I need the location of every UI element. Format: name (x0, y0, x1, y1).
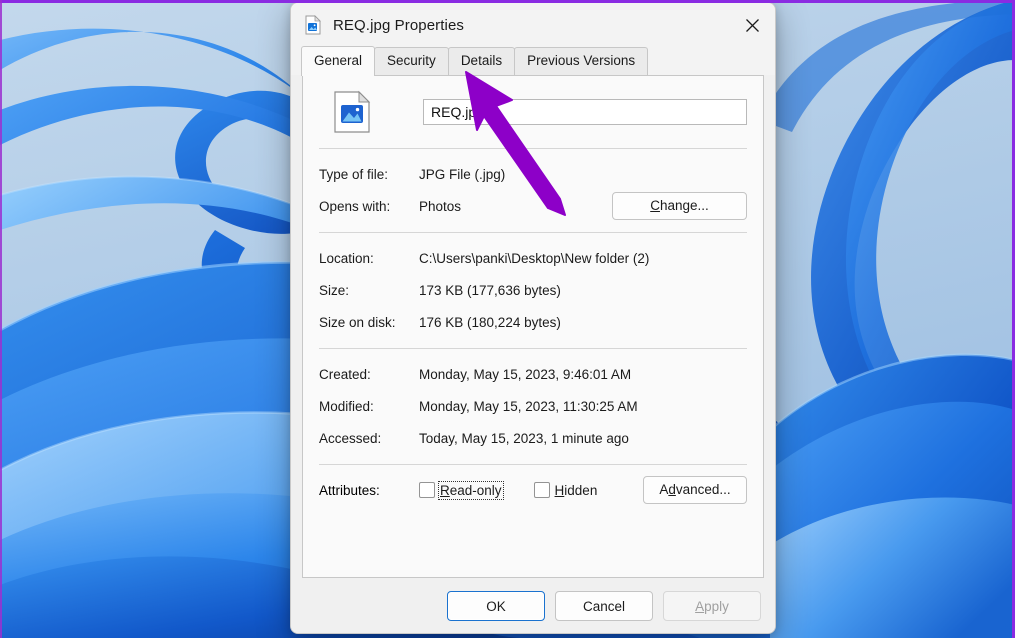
advanced-prefix: A (659, 482, 669, 497)
apply-button[interactable]: Apply (663, 591, 761, 621)
hidden-accel: H (554, 482, 565, 498)
page-border-top (0, 0, 1015, 3)
label-attributes: Attributes: (319, 482, 380, 498)
change-button[interactable]: Change... (612, 192, 747, 220)
advanced-accel: d (668, 482, 676, 497)
row-modified: Modified: Monday, May 15, 2023, 11:30:25… (319, 390, 747, 422)
tab-security[interactable]: Security (374, 47, 449, 75)
value-size-on-disk: 176 KB (180,224 bytes) (419, 314, 561, 330)
row-size-on-disk: Size on disk: 176 KB (180,224 bytes) (319, 306, 747, 338)
row-location: Location: C:\Users\panki\Desktop\New fol… (319, 242, 747, 274)
hidden-checkbox[interactable]: Hidden (533, 482, 598, 498)
value-location: C:\Users\panki\Desktop\New folder (2) (419, 250, 650, 266)
readonly-checkbox-label: Read-only (438, 480, 504, 500)
file-size-block: Location: C:\Users\panki\Desktop\New fol… (319, 233, 747, 348)
label-size: Size: (319, 282, 350, 298)
readonly-accel: R (440, 482, 450, 498)
properties-dialog: REQ.jpg Properties General Security Deta… (290, 2, 776, 634)
general-tab-panel: Type of file: JPG File (.jpg) Opens with… (302, 75, 764, 578)
value-type-of-file: JPG File (.jpg) (419, 166, 506, 182)
change-button-accel: C (650, 198, 660, 213)
dialog-title: REQ.jpg Properties (333, 16, 465, 34)
file-name-input[interactable] (423, 99, 747, 125)
change-button-label: hange... (659, 198, 709, 213)
value-accessed: Today, May 15, 2023, 1 minute ago (419, 430, 629, 446)
apply-suffix: pply (704, 599, 729, 614)
row-size: Size: 173 KB (177,636 bytes) (319, 274, 747, 306)
row-type-of-file: Type of file: JPG File (.jpg) (319, 158, 747, 190)
cancel-button[interactable]: Cancel (555, 591, 653, 621)
close-icon[interactable] (729, 3, 775, 47)
value-size: 173 KB (177,636 bytes) (419, 282, 561, 298)
label-created: Created: (319, 366, 371, 382)
value-opens-with: Photos (419, 198, 462, 214)
file-dates-block: Created: Monday, May 15, 2023, 9:46:01 A… (319, 349, 747, 464)
value-modified: Monday, May 15, 2023, 11:30:25 AM (419, 398, 638, 414)
label-accessed: Accessed: (319, 430, 382, 446)
page-border-left (0, 0, 2, 638)
tab-strip: General Security Details Previous Versio… (291, 46, 775, 76)
row-accessed: Accessed: Today, May 15, 2023, 1 minute … (319, 422, 747, 454)
row-created: Created: Monday, May 15, 2023, 9:46:01 A… (319, 358, 747, 390)
dialog-footer: OK Cancel Apply (291, 579, 775, 633)
hidden-checkbox-label: Hidden (555, 483, 598, 498)
jpg-image-file-icon (331, 90, 373, 134)
tab-previous-versions[interactable]: Previous Versions (514, 47, 649, 75)
jpg-file-icon (303, 15, 323, 35)
label-location: Location: (319, 250, 374, 266)
attributes-row: Attributes: Read-only Hidden Advanced... (319, 465, 747, 507)
hidden-checkbox-box[interactable] (533, 482, 550, 498)
readonly-label-text: ead-only (449, 482, 502, 498)
file-name-row (319, 76, 747, 148)
value-created: Monday, May 15, 2023, 9:46:01 AM (419, 366, 632, 382)
label-type-of-file: Type of file: (319, 166, 389, 182)
label-opens-with: Opens with: (319, 198, 391, 214)
label-modified: Modified: (319, 398, 374, 414)
advanced-suffix: vanced... (675, 482, 731, 497)
apply-accel: A (695, 599, 705, 614)
readonly-checkbox[interactable]: Read-only (419, 480, 504, 500)
tab-details[interactable]: Details (447, 47, 516, 75)
advanced-button[interactable]: Advanced... (643, 476, 747, 504)
row-opens-with: Opens with: Photos Change... (319, 190, 747, 222)
hidden-label-text: idden (564, 482, 598, 498)
label-size-on-disk: Size on disk: (319, 314, 396, 330)
file-type-block: Type of file: JPG File (.jpg) Opens with… (319, 149, 747, 232)
dialog-titlebar[interactable]: REQ.jpg Properties (291, 3, 775, 47)
readonly-checkbox-box[interactable] (419, 482, 435, 498)
tab-general[interactable]: General (301, 46, 376, 76)
ok-button[interactable]: OK (447, 591, 545, 621)
